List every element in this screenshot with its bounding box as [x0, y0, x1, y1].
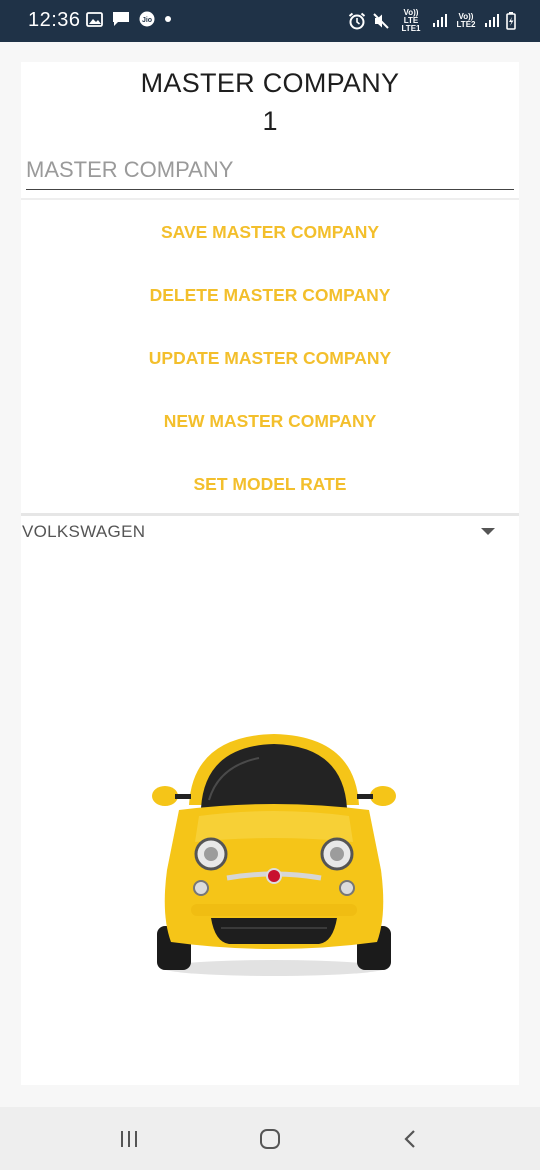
navigation-bar [0, 1107, 540, 1170]
signal-icon [485, 14, 499, 27]
status-bar: 12:36 Jio Vo)) LTE LTE1 Vo)) LTE2 [0, 0, 540, 42]
company-name-input[interactable] [26, 152, 514, 188]
message-icon [113, 12, 129, 26]
company-header: MASTER COMPANY 1 [21, 62, 519, 197]
new-master-company-button[interactable]: NEW MASTER COMPANY [21, 401, 519, 441]
svg-text:Jio: Jio [142, 17, 152, 24]
signal-icon [433, 14, 447, 27]
status-time: 12:36 [28, 9, 81, 31]
dropdown-arrow-icon[interactable] [481, 528, 495, 535]
company-spinner[interactable]: VOLKSWAGEN [21, 518, 519, 556]
recent-apps-icon [121, 1131, 137, 1147]
delete-master-company-button[interactable]: DELETE MASTER COMPANY [21, 275, 519, 315]
gallery-icon [86, 11, 103, 27]
update-master-company-button[interactable]: UPDATE MASTER COMPANY [21, 338, 519, 378]
company-id: 1 [262, 106, 278, 136]
sim1-label: Vo)) LTE [403, 8, 419, 25]
page-title: MASTER COMPANY [140, 68, 400, 98]
company-name-field[interactable] [26, 152, 514, 190]
save-master-company-button[interactable]: SAVE MASTER COMPANY [21, 212, 519, 252]
back-button[interactable] [390, 1125, 430, 1153]
system-icons: Vo)) LTE LTE1 Vo)) LTE2 [348, 9, 516, 33]
back-icon [404, 1130, 415, 1148]
sim2-sub-label: LTE2 [456, 20, 476, 29]
action-buttons: SAVE MASTER COMPANY DELETE MASTER COMPAN… [21, 200, 519, 514]
mute-icon [373, 13, 389, 29]
alarm-icon [348, 12, 366, 30]
spinner-selected-value: VOLKSWAGEN [22, 522, 146, 541]
home-icon [260, 1129, 280, 1149]
jio-icon: Jio [139, 11, 155, 27]
master-company-card: MASTER COMPANY 1 SAVE MASTER COMPANY DEL… [21, 62, 519, 1085]
recent-apps-button[interactable] [109, 1125, 149, 1153]
divider [21, 513, 519, 516]
volte-lte2-icon: Vo)) LTE2 [454, 13, 478, 29]
battery-icon [506, 12, 516, 30]
volte-lte1-icon: Vo)) LTE LTE1 [396, 9, 426, 33]
car-image [152, 734, 396, 976]
sim1-sub-label: LTE1 [401, 24, 421, 33]
set-model-rate-button[interactable]: SET MODEL RATE [21, 464, 519, 504]
notification-icons: Jio [86, 11, 172, 27]
dot-icon [165, 16, 171, 22]
home-button[interactable] [250, 1125, 290, 1153]
